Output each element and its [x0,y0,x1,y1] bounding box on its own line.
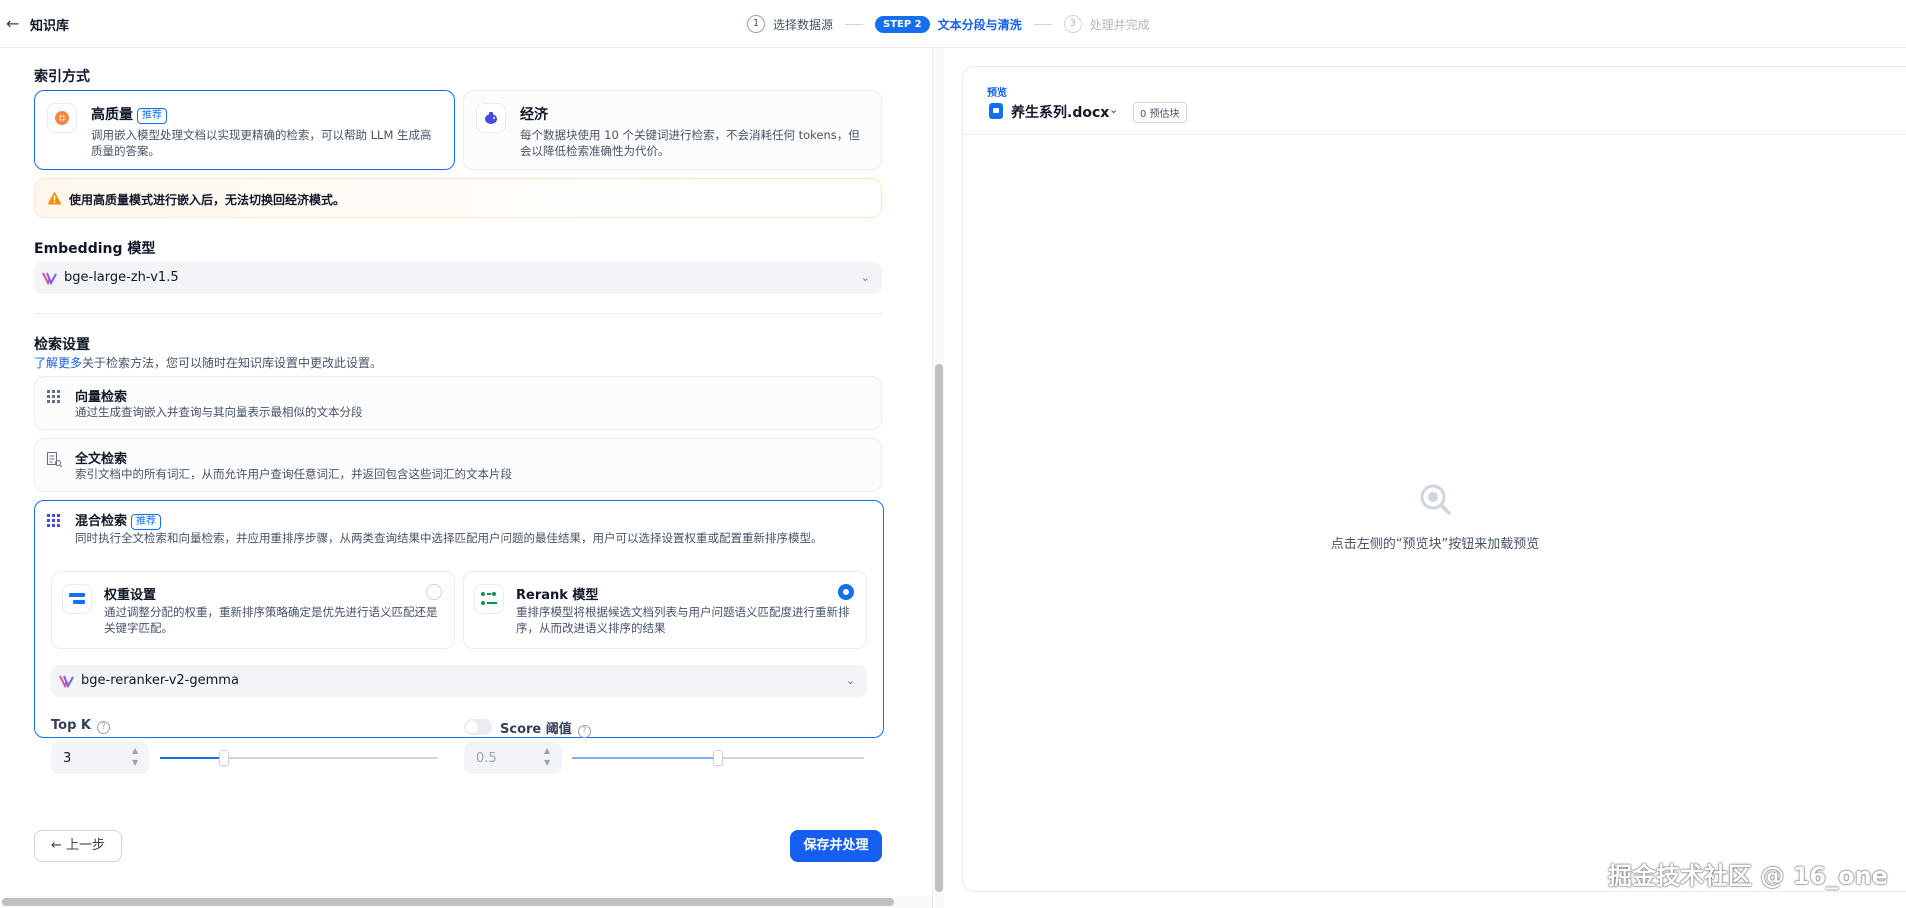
score-slider-thumb[interactable] [713,750,723,766]
hybrid-search-desc: 同时执行全文检索和向量检索，并应用重排序步骤，从两类查询结果中选择匹配用户问题的… [75,531,823,545]
step-divider [1033,23,1052,25]
step-3-label: 处理并完成 [1089,17,1150,32]
step-2-pill: STEP 2 [875,15,930,33]
stepper-down-icon[interactable]: ▼ [544,758,550,768]
top-k-label: Top K? [51,718,110,734]
step-3-number: 3 [1063,15,1082,33]
grid-icon [47,390,60,403]
economy-desc: 每个数据块使用 10 个关键词进行检索，不会消耗任何 tokens，但会以降低检… [520,128,860,158]
retrieval-title: 检索设置 [34,337,90,353]
top-bar: ← 知识库 1 选择数据源 STEP 2 文本分段与清洗 3 处理并完成 [0,0,1906,48]
high-quality-title: 高质量 推荐 [91,104,167,124]
section-divider [34,313,882,314]
weight-settings-option[interactable]: 权重设置 通过调整分配的权重，重新排序策略确定是优先进行语义匹配还是关键字匹配。 [51,571,455,649]
chevron-down-icon[interactable]: ⌄ [1109,103,1118,116]
preview-label: 预览 [987,88,1007,99]
grid-icon [47,514,60,527]
rerank-model-select[interactable]: bge-reranker-v2-gemma ⌄ [51,665,867,697]
rerank-model-desc: 重排序模型将根据候选文档列表与用户问题语义匹配度进行重新排序，从而改进语义排序的… [516,605,850,635]
horizontal-scrollbar[interactable] [0,896,932,908]
rerank-model-title: Rerank 模型 [516,588,599,603]
score-threshold-slider[interactable] [572,750,864,766]
settings-panel: 索引方式 高质量 推荐 调用嵌入模型处理文档以实现更精确的检索，可以帮助 LLM … [0,48,932,908]
step-divider [845,23,864,25]
model-provider-icon [59,675,74,688]
hybrid-search-option[interactable]: 混合检索 推荐 同时执行全文检索和向量检索，并应用重排序步骤，从两类查询结果中选择… [34,500,884,738]
help-icon[interactable]: ? [577,725,591,738]
save-and-process-button[interactable]: 保存并处理 [790,830,882,862]
back-arrow-icon: ← [50,838,66,853]
horizontal-scrollbar-thumb[interactable] [2,898,894,906]
chevron-down-icon: ⌄ [860,271,870,284]
search-preview-icon [1420,484,1451,515]
embedding-title: Embedding 模型 [34,241,156,257]
document-selector[interactable]: 养生系列.docx [1011,102,1109,122]
high-quality-desc: 调用嵌入模型处理文档以实现更精确的检索，可以帮助 LLM 生成高质量的答案。 [91,128,432,158]
vertical-scrollbar[interactable] [932,48,944,908]
document-search-icon [47,452,62,468]
document-icon [989,103,1003,119]
warning-icon [47,191,62,205]
step-1-label: 选择数据源 [773,17,834,32]
high-quality-icon [47,103,77,133]
recommended-badge: 推荐 [131,514,162,530]
retrieval-hint: 了解更多关于检索方法，您可以随时在知识库设置中更改此设置。 [34,354,382,371]
weight-icon [62,584,92,614]
vector-search-option[interactable]: 向量检索 通过生成查询嵌入并查询与其向量表示最相似的文本分段 [34,376,882,430]
chevron-down-icon: ⌄ [845,674,855,687]
rerank-model-option[interactable]: Rerank 模型 重排序模型将根据候选文档列表与用户问题语义匹配度进行重新排序… [463,571,867,649]
previous-step-label: 上一步 [66,838,106,853]
step-indicator: 1 选择数据源 STEP 2 文本分段与清洗 3 处理并完成 [747,12,1150,36]
rerank-model-value: bge-reranker-v2-gemma [81,673,239,688]
step-1-number: 1 [747,15,765,33]
warning-text: 使用高质量模式进行嵌入后，无法切换回经济模式。 [69,193,346,207]
score-threshold-label: Score 阈值? [500,718,591,738]
top-k-slider-fill [160,757,224,759]
watermark-text: 掘金技术社区 @ 16_one [1608,862,1888,890]
stepper-down-icon[interactable]: ▼ [132,758,138,768]
mode-warning: 使用高质量模式进行嵌入后，无法切换回经济模式。 [34,178,882,218]
help-icon[interactable]: ? [96,721,110,734]
score-threshold-toggle[interactable] [464,719,492,735]
fulltext-search-desc: 索引文档中的所有词汇，从而允许用户查询任意词汇，并返回包含这些词汇的文本片段 [75,467,512,481]
stepper-up-icon[interactable]: ▲ [544,746,550,756]
estimate-badge: 0 预估块 [1133,102,1187,123]
step-2-label: 文本分段与清洗 [937,17,1022,32]
preview-panel: 预览 养生系列.docx ⌄ 0 预估块 点击左侧的“预览块”按钮来加载预览 [962,66,1906,892]
page-title: 知识库 [30,19,70,34]
index-high-quality-option[interactable]: 高质量 推荐 调用嵌入模型处理文档以实现更精确的检索，可以帮助 LLM 生成高质量… [34,90,455,170]
vertical-scrollbar-thumb[interactable] [935,364,943,892]
hybrid-search-title: 混合检索 推荐 [75,510,162,530]
index-economy-option[interactable]: 经济 每个数据块使用 10 个关键词进行检索，不会消耗任何 tokens，但会以… [463,90,882,170]
fulltext-search-title: 全文检索 [75,452,128,467]
preview-empty-text: 点击左侧的“预览块”按钮来加载预览 [1330,537,1540,552]
vector-search-desc: 通过生成查询嵌入并查询与其向量表示最相似的文本分段 [75,405,363,419]
embedding-model-value: bge-large-zh-v1.5 [64,270,179,285]
top-k-slider[interactable] [160,750,438,766]
index-method-title: 索引方式 [34,69,90,85]
top-k-slider-thumb[interactable] [219,750,229,766]
fulltext-search-option[interactable]: 全文检索 索引文档中的所有词汇，从而允许用户查询任意词汇，并返回包含这些词汇的文… [34,438,882,492]
recommended-badge: 推荐 [137,108,167,124]
rerank-icon [474,584,504,614]
weight-settings-desc: 通过调整分配的权重，重新排序策略确定是优先进行语义匹配还是关键字匹配。 [104,605,438,635]
economy-title: 经济 [520,107,548,123]
back-arrow-icon[interactable]: ← [6,14,26,34]
weight-radio[interactable] [426,584,442,600]
stepper-up-icon[interactable]: ▲ [132,746,138,756]
model-provider-icon [42,272,57,285]
piggy-bank-icon [476,103,506,133]
learn-more-link[interactable]: 了解更多 [34,356,82,370]
embedding-model-select[interactable]: bge-large-zh-v1.5 ⌄ [34,262,882,294]
retrieval-hint-text: 关于检索方法，您可以随时在知识库设置中更改此设置。 [82,356,383,370]
preview-header: 预览 养生系列.docx ⌄ 0 预估块 [963,67,1906,135]
weight-settings-title: 权重设置 [104,588,157,603]
vector-search-title: 向量检索 [75,390,128,405]
rerank-radio[interactable] [838,584,854,600]
score-slider-fill [572,757,718,759]
previous-step-button[interactable]: ← 上一步 [34,830,122,862]
